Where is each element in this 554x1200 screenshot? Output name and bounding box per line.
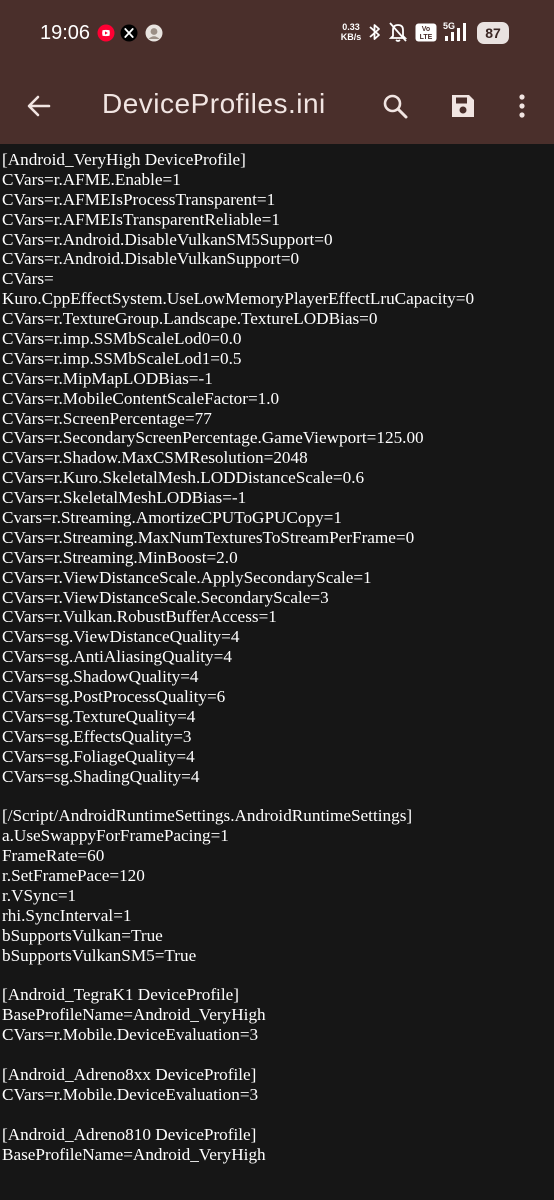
search-icon[interactable] bbox=[375, 86, 415, 126]
editor-line[interactable]: bSupportsVulkanSM5=True bbox=[2, 946, 554, 966]
blank-line[interactable] bbox=[2, 966, 554, 986]
editor-line[interactable]: CVars=r.Streaming.MaxNumTexturesToStream… bbox=[2, 528, 554, 548]
youtube-icon bbox=[97, 24, 115, 42]
editor-line[interactable]: [Android_TegraK1 DeviceProfile] bbox=[2, 985, 554, 1005]
editor-line[interactable]: CVars=r.AFME.Enable=1 bbox=[2, 170, 554, 190]
net-speed: 0.33 KB/s bbox=[338, 22, 364, 42]
editor-line[interactable]: [Android_Adreno8xx DeviceProfile] bbox=[2, 1065, 554, 1085]
editor-line[interactable]: FrameRate=60 bbox=[2, 846, 554, 866]
editor-line[interactable]: CVars=sg.ShadowQuality=4 bbox=[2, 667, 554, 687]
editor-line[interactable]: CVars=r.MipMapLODBias=-1 bbox=[2, 369, 554, 389]
editor-line[interactable]: CVars=r.Android.DisableVulkanSM5Support=… bbox=[2, 230, 554, 250]
svg-text:5G: 5G bbox=[443, 21, 455, 31]
editor-line[interactable]: [/Script/AndroidRuntimeSettings.AndroidR… bbox=[2, 806, 554, 826]
net-speed-unit: KB/s bbox=[340, 32, 362, 42]
editor-line[interactable]: Cvars=r.Streaming.AmortizeCPUToGPUCopy=1 bbox=[2, 508, 554, 528]
mute-icon bbox=[387, 20, 409, 49]
editor-line[interactable]: CVars=r.Mobile.DeviceEvaluation=3 bbox=[2, 1025, 554, 1045]
editor-line[interactable]: CVars=r.SecondaryScreenPercentage.GameVi… bbox=[2, 428, 554, 448]
save-icon[interactable] bbox=[443, 86, 483, 126]
editor-line[interactable]: CVars=r.Kuro.SkeletalMesh.LODDistanceSca… bbox=[2, 468, 554, 488]
editor-line[interactable]: CVars=r.Android.DisableVulkanSupport=0 bbox=[2, 249, 554, 269]
x-icon bbox=[120, 24, 138, 42]
editor-line[interactable]: CVars=r.ScreenPercentage=77 bbox=[2, 409, 554, 429]
editor-line[interactable]: r.SetFramePace=120 bbox=[2, 866, 554, 886]
editor-text[interactable]: [Android_VeryHigh DeviceProfile] CVars=r.… bbox=[0, 144, 554, 1164]
avatar-icon bbox=[145, 24, 163, 42]
more-vertical-icon[interactable] bbox=[502, 86, 542, 126]
editor-line[interactable]: CVars=r.ViewDistanceScale.SecondaryScale… bbox=[2, 588, 554, 608]
volte-icon: Vo LTE bbox=[415, 23, 437, 47]
editor-line[interactable]: CVars=sg.TextureQuality=4 bbox=[2, 707, 554, 727]
status-time: 19:06 bbox=[40, 22, 91, 44]
editor-line[interactable]: CVars=r.Streaming.MinBoost=2.0 bbox=[2, 548, 554, 568]
blank-line[interactable] bbox=[2, 1105, 554, 1125]
editor-line[interactable]: BaseProfileName=Android_VeryHigh bbox=[2, 1145, 554, 1165]
editor-line[interactable]: CVars=r.imp.SSMbScaleLod0=0.0 bbox=[2, 329, 554, 349]
editor-line[interactable]: CVars=sg.FoliageQuality=4 bbox=[2, 747, 554, 767]
editor-line[interactable]: r.VSync=1 bbox=[2, 886, 554, 906]
editor-line[interactable]: BaseProfileName=Android_VeryHigh bbox=[2, 1005, 554, 1025]
blank-line[interactable] bbox=[2, 1045, 554, 1065]
editor-line[interactable]: Kuro.CppEffectSystem.UseLowMemoryPlayerE… bbox=[2, 289, 554, 309]
editor-line[interactable]: [Android_Adreno810 DeviceProfile] bbox=[2, 1125, 554, 1145]
text-editor-area[interactable]: [Android_VeryHigh DeviceProfile] CVars=r.… bbox=[0, 144, 554, 1200]
bluetooth-icon bbox=[368, 20, 382, 49]
blank-line[interactable] bbox=[2, 787, 554, 807]
editor-line[interactable]: CVars=sg.ViewDistanceQuality=4 bbox=[2, 627, 554, 647]
editor-line[interactable]: CVars=r.Vulkan.RobustBufferAccess=1 bbox=[2, 607, 554, 627]
editor-line[interactable]: CVars=r.ViewDistanceScale.ApplySecondary… bbox=[2, 568, 554, 588]
5g-signal-icon: 5G bbox=[442, 20, 472, 49]
editor-line[interactable]: CVars= bbox=[2, 269, 554, 289]
editor-line[interactable]: CVars=r.SkeletalMeshLODBias=-1 bbox=[2, 488, 554, 508]
editor-line[interactable]: CVars=sg.PostProcessQuality=6 bbox=[2, 687, 554, 707]
editor-line[interactable]: CVars=sg.EffectsQuality=3 bbox=[2, 727, 554, 747]
editor-line[interactable]: CVars=r.AFMEIsTransparentReliable=1 bbox=[2, 210, 554, 230]
editor-line[interactable]: CVars=r.TextureGroup.Landscape.TextureLO… bbox=[2, 309, 554, 329]
battery-icon: 87 bbox=[477, 22, 509, 44]
page-title: DeviceProfiles.ini bbox=[102, 88, 326, 119]
editor-line[interactable]: CVars=sg.ShadingQuality=4 bbox=[2, 767, 554, 787]
editor-line[interactable]: CVars=r.AFMEIsProcessTransparent=1 bbox=[2, 190, 554, 210]
editor-line[interactable]: CVars=r.imp.SSMbScaleLod1=0.5 bbox=[2, 349, 554, 369]
editor-line[interactable]: CVars=sg.AntiAliasingQuality=4 bbox=[2, 647, 554, 667]
app-bar: DeviceProfiles.ini bbox=[0, 68, 554, 144]
net-speed-value: 0.33 bbox=[342, 22, 360, 32]
svg-text:LTE: LTE bbox=[420, 34, 433, 41]
editor-line[interactable]: rhi.SyncInterval=1 bbox=[2, 906, 554, 926]
editor-line[interactable]: [Android_VeryHigh DeviceProfile] bbox=[2, 150, 554, 170]
editor-line[interactable]: CVars=r.Shadow.MaxCSMResolution=2048 bbox=[2, 448, 554, 468]
editor-line[interactable]: a.UseSwappyForFramePacing=1 bbox=[2, 826, 554, 846]
status-bar: 19:06 0.33 KB/s Vo LTE 5G 87 bbox=[0, 0, 554, 68]
back-arrow-icon[interactable] bbox=[19, 86, 59, 126]
editor-line[interactable]: CVars=r.MobileContentScaleFactor=1.0 bbox=[2, 389, 554, 409]
editor-line[interactable]: bSupportsVulkan=True bbox=[2, 926, 554, 946]
svg-text:Vo: Vo bbox=[422, 26, 430, 33]
editor-line[interactable]: CVars=r.Mobile.DeviceEvaluation=3 bbox=[2, 1085, 554, 1105]
